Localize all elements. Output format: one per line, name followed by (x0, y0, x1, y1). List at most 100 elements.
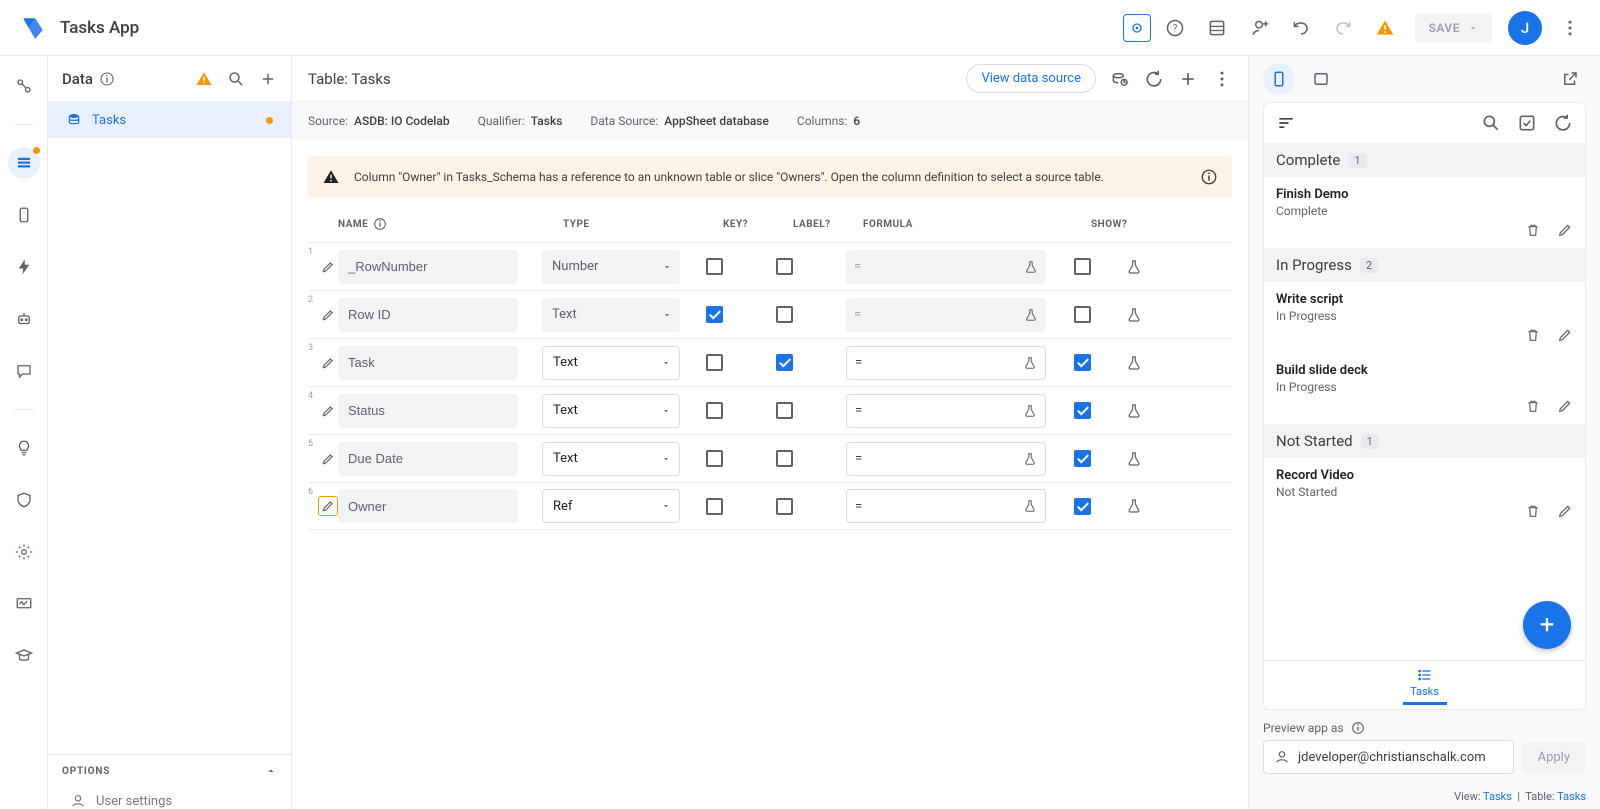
flask-icon[interactable] (1126, 498, 1142, 514)
column-name-input[interactable] (338, 346, 518, 380)
edit-column-icon[interactable] (318, 305, 338, 325)
undo-icon[interactable] (1283, 10, 1319, 46)
formula-input[interactable]: = (846, 298, 1046, 332)
label-checkbox[interactable] (776, 306, 793, 323)
key-checkbox[interactable] (706, 498, 723, 515)
show-checkbox[interactable] (1074, 498, 1091, 515)
edit-column-icon[interactable] (318, 353, 338, 373)
nav-monitor-icon[interactable] (8, 588, 40, 620)
column-type-select[interactable]: Text (542, 298, 680, 332)
sort-icon[interactable] (1276, 113, 1296, 133)
nav-chat-icon[interactable] (8, 355, 40, 387)
label-checkbox[interactable] (776, 354, 793, 371)
info-icon[interactable] (99, 71, 115, 87)
show-checkbox[interactable] (1074, 402, 1091, 419)
delete-icon[interactable] (1525, 503, 1541, 519)
delete-icon[interactable] (1525, 222, 1541, 238)
column-type-select[interactable]: Number (542, 250, 680, 284)
key-checkbox[interactable] (706, 306, 723, 323)
info-icon[interactable] (1200, 168, 1218, 186)
key-checkbox[interactable] (706, 402, 723, 419)
edit-column-icon[interactable] (318, 257, 338, 277)
show-checkbox[interactable] (1074, 354, 1091, 371)
task-card[interactable]: Finish Demo Complete (1264, 177, 1585, 248)
group-header[interactable]: Complete1 (1264, 143, 1585, 177)
column-type-select[interactable]: Text (542, 346, 680, 380)
edit-column-icon[interactable] (318, 449, 338, 469)
edit-column-icon[interactable] (318, 401, 338, 421)
group-header[interactable]: Not Started1 (1264, 424, 1585, 458)
nav-data-icon[interactable] (8, 147, 40, 179)
task-card[interactable]: Record Video Not Started (1264, 458, 1585, 529)
view-data-source-button[interactable]: View data source (966, 64, 1096, 93)
formula-input[interactable]: = (846, 346, 1046, 380)
column-type-select[interactable]: Text (542, 442, 680, 476)
formula-input[interactable]: = (846, 250, 1046, 284)
nav-security-icon[interactable] (8, 484, 40, 516)
column-name-input[interactable] (338, 298, 518, 332)
select-icon[interactable] (1517, 113, 1537, 133)
flask-icon[interactable] (1126, 259, 1142, 275)
refresh-icon[interactable] (1144, 69, 1164, 89)
add-user-icon[interactable] (1241, 10, 1277, 46)
more-icon[interactable] (1552, 10, 1588, 46)
tablet-view-icon[interactable] (1305, 63, 1337, 95)
label-checkbox[interactable] (776, 450, 793, 467)
nav-settings-icon[interactable] (8, 536, 40, 568)
refresh-icon[interactable] (1553, 113, 1573, 133)
search-icon[interactable] (1481, 113, 1501, 133)
deploy-icon[interactable] (1123, 14, 1151, 42)
key-checkbox[interactable] (706, 258, 723, 275)
user-settings-item[interactable]: User settings (48, 787, 291, 809)
column-name-input[interactable] (338, 489, 518, 523)
add-icon[interactable] (259, 70, 277, 88)
open-external-icon[interactable] (1554, 63, 1586, 95)
nav-automation-icon[interactable] (8, 251, 40, 283)
column-name-input[interactable] (338, 250, 518, 284)
task-card[interactable]: Write script In Progress (1264, 282, 1585, 353)
help-icon[interactable]: ? (1157, 10, 1193, 46)
info-icon[interactable] (372, 216, 388, 232)
options-toggle[interactable]: OPTIONS (48, 754, 291, 787)
show-checkbox[interactable] (1074, 450, 1091, 467)
column-name-input[interactable] (338, 394, 518, 428)
phone-view-icon[interactable] (1263, 63, 1295, 95)
column-type-select[interactable]: Text (542, 394, 680, 428)
edit-icon[interactable] (1557, 503, 1573, 519)
show-checkbox[interactable] (1074, 306, 1091, 323)
delete-icon[interactable] (1525, 398, 1541, 414)
sidebar-table-item[interactable]: Tasks (48, 102, 291, 138)
warning-icon[interactable] (1367, 10, 1403, 46)
key-checkbox[interactable] (706, 354, 723, 371)
key-checkbox[interactable] (706, 450, 723, 467)
footer-view-link[interactable]: Tasks (1483, 790, 1512, 803)
nav-intelligence-icon[interactable] (8, 432, 40, 464)
flask-icon[interactable] (1126, 451, 1142, 467)
edit-icon[interactable] (1557, 222, 1573, 238)
formula-input[interactable]: = (846, 394, 1046, 428)
flask-icon[interactable] (1126, 355, 1142, 371)
label-checkbox[interactable] (776, 498, 793, 515)
formula-input[interactable]: = (846, 489, 1046, 523)
more-icon[interactable] (1212, 69, 1232, 89)
edit-icon[interactable] (1557, 327, 1573, 343)
edit-icon[interactable] (1557, 398, 1573, 414)
group-header[interactable]: In Progress2 (1264, 248, 1585, 282)
grid-icon[interactable] (1199, 10, 1235, 46)
nav-learn-icon[interactable] (8, 640, 40, 672)
fab-add-button[interactable]: + (1523, 601, 1571, 649)
flask-icon[interactable] (1126, 403, 1142, 419)
info-icon[interactable] (1350, 720, 1366, 736)
nav-views-icon[interactable] (8, 199, 40, 231)
footer-table-link[interactable]: Tasks (1557, 790, 1586, 803)
formula-input[interactable]: = (846, 442, 1046, 476)
column-type-select[interactable]: Ref (542, 489, 680, 523)
task-card[interactable]: Build slide deck In Progress (1264, 353, 1585, 424)
label-checkbox[interactable] (776, 258, 793, 275)
warning-icon[interactable] (195, 70, 213, 88)
nav-bot-icon[interactable] (8, 303, 40, 335)
show-checkbox[interactable] (1074, 258, 1091, 275)
edit-column-icon[interactable] (318, 496, 338, 516)
delete-icon[interactable] (1525, 327, 1541, 343)
redo-icon[interactable] (1325, 10, 1361, 46)
